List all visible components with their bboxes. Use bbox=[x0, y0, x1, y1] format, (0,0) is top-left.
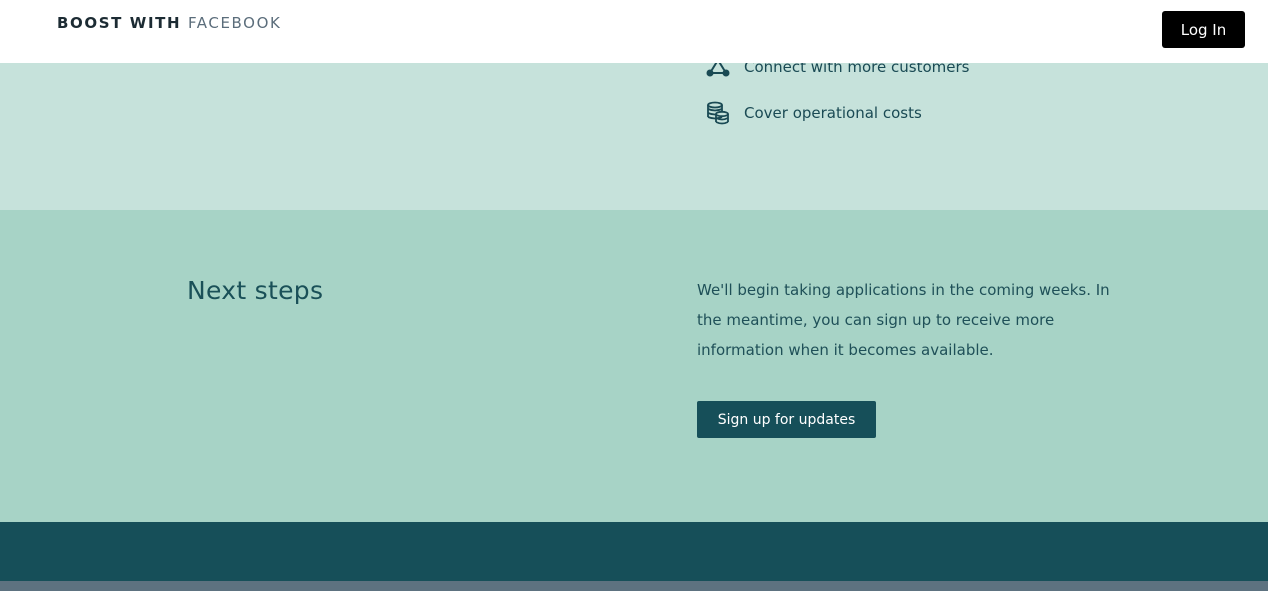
benefit-item-costs: Cover operational costs bbox=[705, 100, 922, 126]
footer bbox=[0, 522, 1268, 581]
login-button[interactable]: Log In bbox=[1162, 11, 1245, 48]
benefit-label: Cover operational costs bbox=[744, 104, 922, 122]
brand-text-primary: BOOST WITH bbox=[57, 14, 182, 32]
next-steps-section: Next steps We'll begin taking applicatio… bbox=[0, 210, 1268, 522]
brand-logo[interactable]: BOOST WITH FACEBOOK bbox=[57, 14, 281, 32]
coins-stack-icon bbox=[707, 101, 729, 125]
site-header: BOOST WITH FACEBOOK Log In bbox=[0, 0, 1268, 63]
sign-up-updates-button[interactable]: Sign up for updates bbox=[697, 401, 876, 438]
brand-text-secondary: FACEBOOK bbox=[187, 14, 282, 32]
benefits-section: Connect with more customers Cover operat… bbox=[0, 57, 1268, 210]
footer-bottom-strip bbox=[0, 581, 1268, 591]
next-steps-title: Next steps bbox=[187, 276, 324, 305]
next-steps-description: We'll begin taking applications in the c… bbox=[697, 281, 1110, 359]
